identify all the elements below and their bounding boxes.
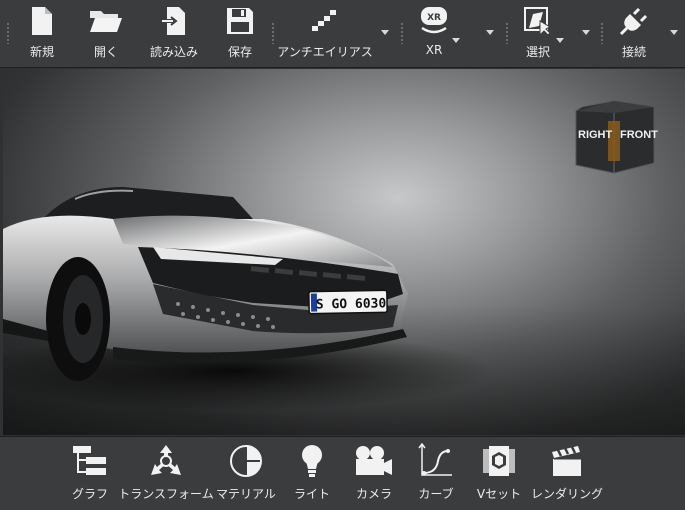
rendering-button[interactable]: レンダリング [531,442,604,506]
select-more-caret[interactable] [582,30,590,35]
navcube-right-face[interactable]: RIGHT [578,129,612,141]
xr-dropdown-caret[interactable] [452,38,460,43]
select-button[interactable]: 選択 [520,4,556,64]
save-button[interactable]: 保存 [222,4,258,64]
toolbar-grip[interactable] [6,22,10,44]
select-icon [521,4,555,38]
open-button[interactable]: 開く [88,4,124,64]
xr-button[interactable]: XR XR [416,4,452,64]
curve-button[interactable]: カーブ [412,442,460,506]
camera-icon [354,442,394,480]
save-disk-icon [223,4,257,38]
license-plate-text: S GO 6030 [316,296,387,312]
import-button[interactable]: 読み込み [146,4,202,64]
xr-headset-icon: XR [417,4,451,38]
import-icon [157,4,191,38]
svg-text:XR: XR [427,13,441,23]
save-label: 保存 [227,45,252,59]
curve-icon [416,442,456,480]
bottom-toolbar: グラフ トランスフォーム マテリアル ライト カメラ カーブ Vセット レンダリ… [0,436,685,510]
toolbar-grip[interactable] [600,22,604,44]
open-folder-icon [89,4,123,38]
select-label: 選択 [525,45,550,59]
antialias-icon [308,4,342,38]
transform-label: トランスフォーム [118,487,214,501]
antialias-dropdown-caret[interactable] [381,30,389,35]
select-dropdown-caret[interactable] [556,38,564,43]
variant-set-label: Vセット [476,487,522,501]
open-label: 開く [93,45,118,59]
curve-label: カーブ [418,487,454,501]
connect-button[interactable]: 接続 [616,4,652,64]
new-label: 新規 [29,45,54,59]
connect-label: 接続 [621,45,646,59]
material-label: マテリアル [216,487,276,501]
render-viewport[interactable]: S GO 6030 RIGHT FRONT [3,69,685,435]
new-file-icon [25,4,59,38]
graph-button[interactable]: グラフ [70,442,110,506]
toolbar-grip[interactable] [400,22,404,44]
camera-label: カメラ [355,487,392,501]
toolbar-grip[interactable] [505,22,509,44]
render-clapper-icon [547,442,587,480]
antialias-label: アンチエイリアス [277,45,373,59]
material-button[interactable]: マテリアル [216,442,276,506]
new-button[interactable]: 新規 [24,4,60,64]
rendering-label: レンダリング [531,487,604,501]
light-label: ライト [293,487,330,501]
material-sphere-icon [226,442,266,480]
navcube-front-face[interactable]: FRONT [620,129,658,141]
light-bulb-icon [292,442,332,480]
xr-more-caret[interactable] [486,30,494,35]
transform-icon [146,442,186,480]
import-label: 読み込み [149,45,198,59]
graph-label: グラフ [71,487,108,501]
variant-set-button[interactable]: Vセット [476,442,522,506]
navigation-cube[interactable]: RIGHT FRONT [568,99,660,175]
xr-label: XR [425,43,443,57]
variant-set-icon [479,442,519,480]
connect-dropdown-caret[interactable] [670,30,678,35]
antialias-button[interactable]: アンチエイリアス [277,4,373,64]
camera-button[interactable]: カメラ [352,442,396,506]
toolbar-grip[interactable] [271,22,275,44]
transform-button[interactable]: トランスフォーム [118,442,214,506]
top-toolbar: 新規 開く 読み込み 保存 アンチエイリアス XR XR 選択 接続 [0,0,685,68]
plug-icon [617,4,651,38]
graph-tree-icon [70,442,110,480]
light-button[interactable]: ライト [292,442,332,506]
